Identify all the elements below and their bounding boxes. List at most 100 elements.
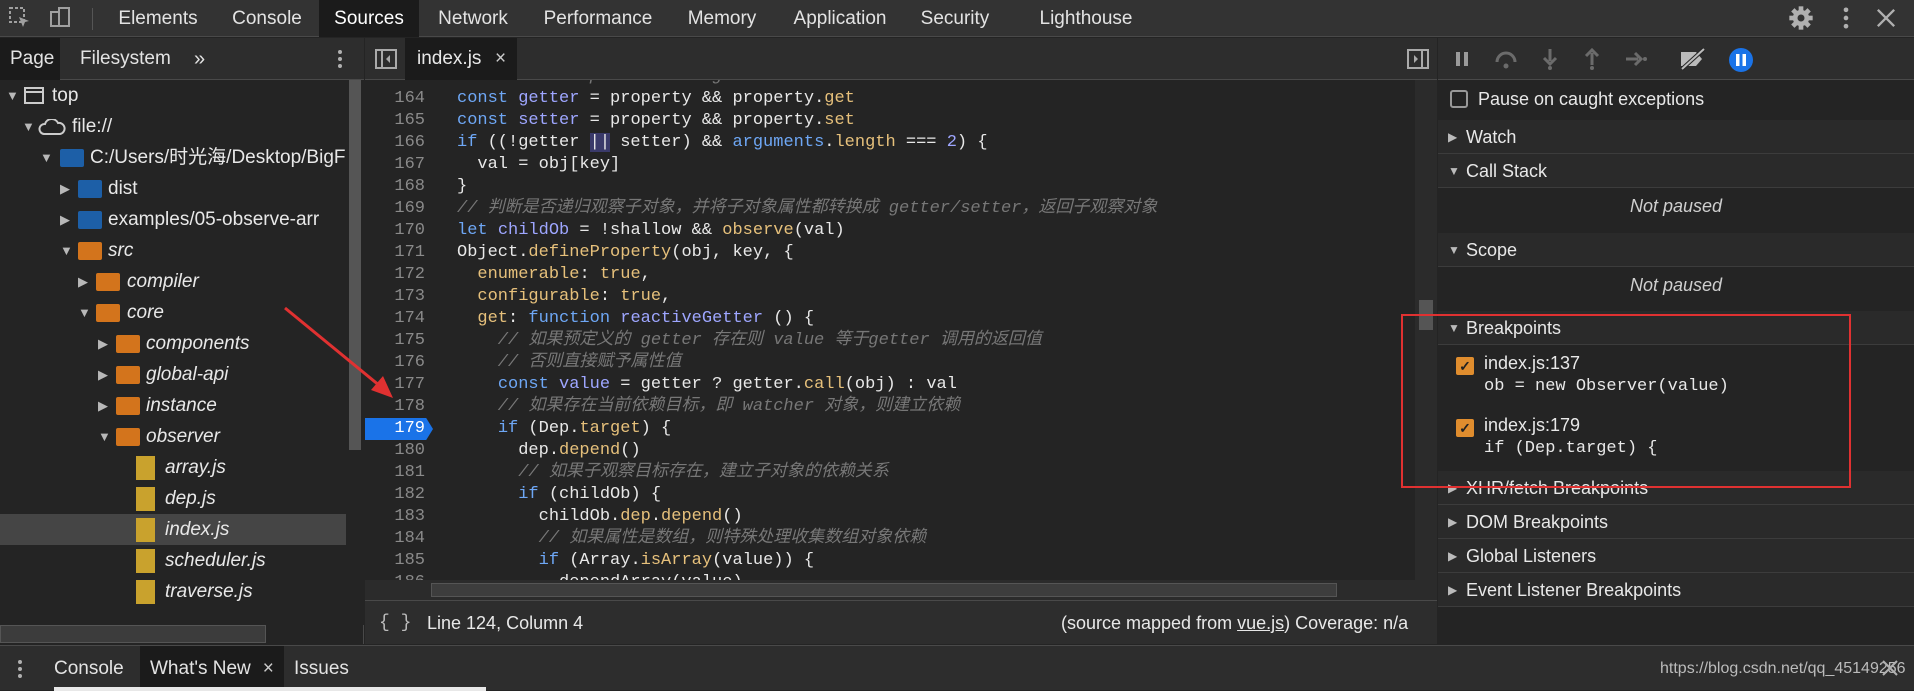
tree-item-file[interactable]: dep.js [0, 483, 346, 514]
tree-label: global-api [146, 364, 229, 385]
device-toolbar-icon[interactable] [48, 6, 72, 30]
line-number[interactable]: 170 [365, 220, 425, 242]
line-number[interactable]: 171 [365, 242, 425, 264]
more-options-icon[interactable] [1832, 4, 1860, 32]
section-event-listener-breakpoints[interactable]: ▶ Event Listener Breakpoints [1438, 573, 1914, 607]
editor-horizontal-scrollbar[interactable] [365, 580, 1415, 600]
section-scope[interactable]: ▼ Scope [1438, 233, 1914, 267]
line-number[interactable]: 165 [365, 110, 425, 132]
expand-arrow-icon[interactable]: ▼ [40, 142, 54, 173]
collapse-arrow-icon[interactable]: ▶ [60, 204, 74, 235]
line-number[interactable]: 180 [365, 440, 425, 462]
step-into-icon[interactable] [1538, 47, 1562, 71]
expand-arrow-icon[interactable]: ▼ [60, 235, 74, 266]
tree-item-folder[interactable]: ▶ examples/05-observe-arr [0, 204, 346, 235]
settings-gear-icon[interactable] [1787, 4, 1815, 32]
line-number[interactable]: 184 [365, 528, 425, 550]
line-number[interactable]: 164 [365, 88, 425, 110]
source-map-link[interactable]: vue.js [1237, 613, 1284, 633]
toggle-debugger-icon[interactable] [1407, 49, 1429, 69]
collapse-arrow-icon[interactable]: ▶ [98, 359, 112, 390]
inspect-element-icon[interactable] [8, 6, 32, 30]
line-number[interactable]: 167 [365, 154, 425, 176]
step-over-icon[interactable] [1494, 47, 1518, 71]
section-dom-breakpoints[interactable]: ▶ DOM Breakpoints [1438, 505, 1914, 539]
tab-memory[interactable]: Memory [677, 0, 767, 37]
pause-on-exceptions-icon[interactable] [1728, 47, 1754, 73]
line-number[interactable]: 163 [365, 80, 425, 88]
toggle-navigator-icon[interactable] [375, 49, 397, 69]
pause-caught-label: Pause on caught exceptions [1478, 89, 1705, 109]
close-devtools-icon[interactable] [1872, 4, 1900, 32]
tree-item-top[interactable]: ▼ top [0, 80, 346, 111]
tree-item-folder[interactable]: ▶ dist [0, 173, 346, 204]
step-out-icon[interactable] [1580, 47, 1604, 71]
tree-item-file[interactable]: array.js [0, 452, 346, 483]
tree-item-folder[interactable]: ▼ C:/Users/时光海/Desktop/BigFr [0, 142, 346, 173]
scrollbar-thumb[interactable] [431, 583, 1337, 597]
close-tab-icon[interactable]: × [263, 658, 274, 679]
line-number[interactable]: 182 [365, 484, 425, 506]
pretty-print-icon[interactable]: { } [379, 601, 411, 645]
drawer-tab-whats-new[interactable]: What's New × [140, 646, 284, 691]
section-call-stack[interactable]: ▼ Call Stack [1438, 154, 1914, 188]
code-area[interactable]: 163 // catch for pre-defined getter/sette… [365, 80, 1417, 600]
tree-label: array.js [165, 457, 226, 478]
tab-lighthouse[interactable]: Lighthouse [1030, 0, 1142, 37]
section-global-listeners[interactable]: ▶ Global Listeners [1438, 539, 1914, 573]
tab-page[interactable]: Page [0, 38, 60, 80]
tab-filesystem[interactable]: Filesystem [80, 38, 171, 80]
breakpoint-marker[interactable]: 179 [365, 418, 433, 440]
tree-item-folder[interactable]: ▼ observer [0, 421, 346, 452]
tree-item-folder[interactable]: ▼ src [0, 235, 346, 266]
pause-caught-checkbox[interactable] [1450, 90, 1468, 108]
tab-security[interactable]: Security [910, 0, 1000, 37]
drawer-tab-issues[interactable]: Issues [294, 646, 349, 691]
line-number[interactable]: 166 [365, 132, 425, 154]
tab-network[interactable]: Network [425, 0, 521, 37]
more-tabs-chevron-icon[interactable]: » [194, 38, 205, 80]
line-number[interactable]: 169 [365, 198, 425, 220]
pause-icon[interactable] [1450, 47, 1474, 71]
expand-arrow-icon[interactable]: ▼ [22, 111, 36, 142]
tree-item-file-protocol[interactable]: ▼ file:// [0, 111, 346, 142]
section-watch[interactable]: ▶ Watch [1438, 120, 1914, 154]
drawer-tab-console[interactable]: Console [54, 646, 124, 691]
close-tab-icon[interactable]: × [495, 38, 506, 80]
collapse-arrow-icon[interactable]: ▶ [98, 328, 112, 359]
tree-item-file-selected[interactable]: index.js [0, 514, 346, 545]
line-number[interactable]: 183 [365, 506, 425, 528]
tree-item-file[interactable]: scheduler.js [0, 545, 346, 576]
tab-elements[interactable]: Elements [107, 0, 209, 37]
tab-performance[interactable]: Performance [533, 0, 663, 37]
tab-application[interactable]: Application [782, 0, 898, 37]
tree-item-file[interactable]: traverse.js [0, 576, 346, 607]
code-text: let childOb = !shallow && observe(val) [457, 221, 845, 240]
expand-arrow-icon[interactable]: ▼ [6, 80, 20, 111]
line-number[interactable]: 185 [365, 550, 425, 572]
file-tab-index-js[interactable]: index.js × [405, 38, 517, 80]
code-line: 166 if ((!getter || setter) && arguments.… [365, 132, 1417, 154]
code-text: // 如果子观察目标存在，建立子对象的依赖关系 [457, 463, 889, 482]
tab-sources[interactable]: Sources [319, 0, 419, 37]
collapse-arrow-icon[interactable]: ▶ [78, 266, 92, 297]
pause-caught-row[interactable]: Pause on caught exceptions [1438, 80, 1914, 118]
expand-arrow-icon[interactable]: ▼ [78, 297, 92, 328]
step-icon[interactable] [1624, 47, 1648, 71]
tree-label: index.js [165, 519, 230, 540]
navigator-horizontal-scrollbar[interactable] [0, 625, 266, 643]
tab-console[interactable]: Console [219, 0, 315, 37]
tree-item-folder[interactable]: ▶ compiler [0, 266, 346, 297]
collapse-arrow-icon[interactable]: ▶ [98, 390, 112, 421]
navigator-menu-icon[interactable] [330, 48, 350, 70]
line-number[interactable]: 172 [365, 264, 425, 286]
collapse-arrow-icon[interactable]: ▶ [60, 173, 74, 204]
line-number[interactable]: 168 [365, 176, 425, 198]
deactivate-breakpoints-icon[interactable] [1678, 47, 1708, 71]
expand-arrow-icon[interactable]: ▼ [98, 421, 112, 452]
line-number[interactable]: 181 [365, 462, 425, 484]
line-number[interactable]: 173 [365, 286, 425, 308]
drawer-menu-icon[interactable] [10, 658, 30, 680]
section-title: Scope [1466, 240, 1518, 260]
close-drawer-icon[interactable] [1880, 658, 1900, 678]
